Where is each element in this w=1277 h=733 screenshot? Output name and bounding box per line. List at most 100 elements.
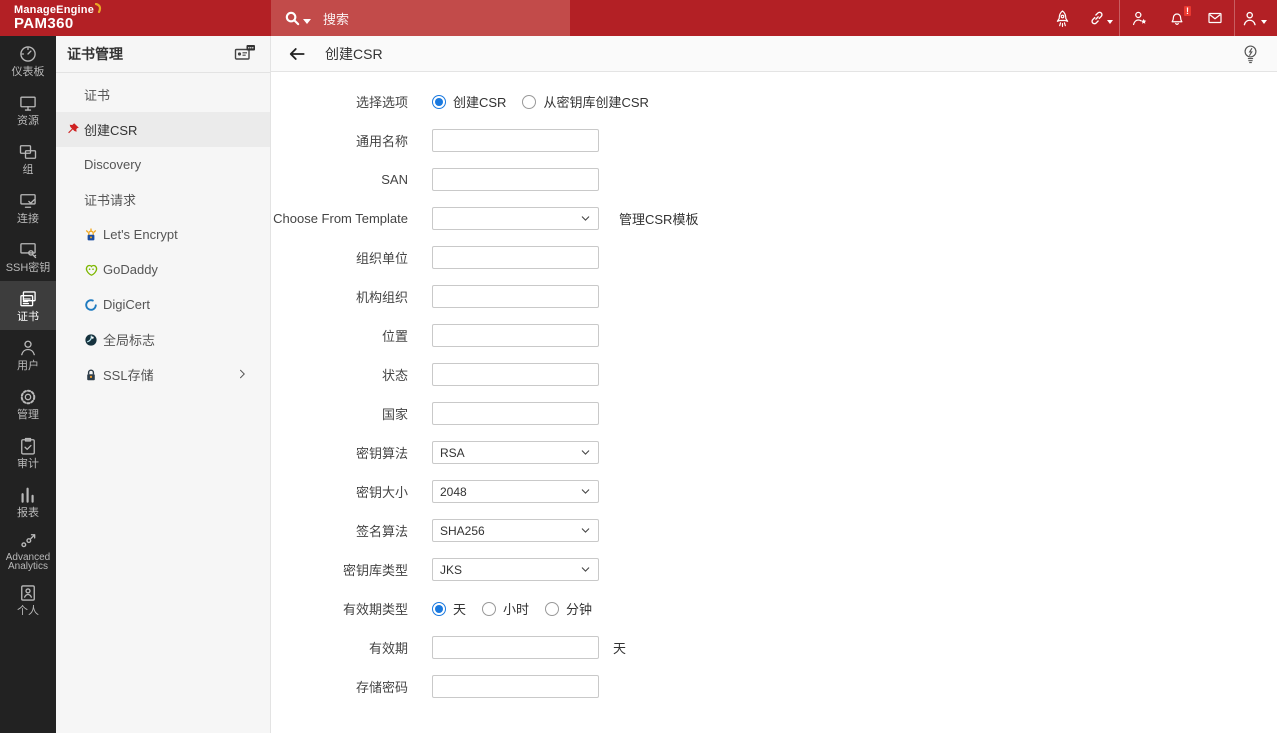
radio-days[interactable]: 天 bbox=[432, 599, 466, 618]
ssh-keys-icon bbox=[20, 242, 37, 258]
back-button[interactable] bbox=[283, 40, 311, 68]
sidebar-item-certificates[interactable]: 证书 bbox=[0, 281, 56, 330]
form-row-state: 状态 bbox=[271, 363, 1277, 386]
key-algorithm-select[interactable]: RSA bbox=[432, 441, 599, 464]
keystore-type-select[interactable]: JKS bbox=[432, 558, 599, 581]
form-row-organization: 机构组织 bbox=[271, 285, 1277, 308]
sidebar-item-advanced-analytics[interactable]: Advanced Analytics bbox=[0, 526, 56, 575]
sidebar-item-reports[interactable]: 报表 bbox=[0, 477, 56, 526]
location-input[interactable] bbox=[432, 324, 599, 347]
users-icon bbox=[21, 340, 35, 355]
organization-input[interactable] bbox=[432, 285, 599, 308]
form-row-org-unit: 组织单位 bbox=[271, 246, 1277, 269]
rocket-icon[interactable] bbox=[1043, 0, 1081, 36]
link-caret-icon bbox=[1106, 20, 1113, 24]
radio-icon[interactable] bbox=[522, 94, 537, 109]
org-unit-input[interactable] bbox=[432, 246, 599, 269]
sidebar-item-groups[interactable]: 组 bbox=[0, 134, 56, 183]
connections-icon bbox=[20, 193, 36, 208]
key-size-select[interactable]: 2048 bbox=[432, 480, 599, 503]
bell-icon[interactable]: ! bbox=[1158, 0, 1196, 36]
form-row-validity: 有效期 天 bbox=[271, 636, 1277, 659]
chevron-down-icon bbox=[581, 567, 590, 572]
submenu-item-create-csr[interactable]: 创建CSR bbox=[56, 112, 270, 147]
sidebar-item-ssh-keys[interactable]: SSH密钥 bbox=[0, 232, 56, 281]
sidebar-item-personal[interactable]: 个人 bbox=[0, 575, 56, 624]
digicert-icon bbox=[84, 298, 98, 312]
certificates-submenu: 证书管理 证书 创建CSR Discovery 证书请求 Let's Encry… bbox=[56, 36, 271, 733]
field-label: 国家 bbox=[381, 407, 408, 422]
form-row-country: 国家 bbox=[271, 402, 1277, 425]
radio-icon[interactable] bbox=[432, 601, 446, 616]
submenu-item-certificates[interactable]: 证书 bbox=[56, 77, 270, 112]
sidebar-item-resources[interactable]: 资源 bbox=[0, 85, 56, 134]
sidebar-item-users[interactable]: 用户 bbox=[0, 330, 56, 379]
lightbulb-icon bbox=[1244, 45, 1257, 63]
form-row-validity-type: 有效期类型 天 小时 分钟 bbox=[271, 597, 1277, 620]
notification-badge: ! bbox=[1184, 6, 1191, 16]
ssl-store-icon bbox=[84, 368, 98, 382]
san-input[interactable] bbox=[432, 168, 599, 191]
submenu-item-godaddy[interactable]: GoDaddy bbox=[56, 252, 270, 287]
field-label: 有效期类型 bbox=[342, 602, 408, 617]
user-icon[interactable] bbox=[1235, 0, 1273, 36]
search-scope-caret-icon[interactable] bbox=[303, 18, 311, 24]
radio-icon[interactable] bbox=[482, 601, 497, 616]
radio-hours[interactable]: 小时 bbox=[482, 599, 529, 618]
radio-icon[interactable] bbox=[545, 601, 560, 616]
field-label: 选择选项 bbox=[355, 95, 408, 110]
submenu-item-lets-encrypt[interactable]: Let's Encrypt bbox=[56, 217, 270, 252]
help-tips-button[interactable] bbox=[1242, 44, 1259, 64]
field-label: SAN bbox=[381, 172, 408, 187]
user-star-icon[interactable] bbox=[1120, 0, 1158, 36]
field-label: 状态 bbox=[381, 368, 408, 383]
radio-minutes[interactable]: 分钟 bbox=[545, 599, 592, 618]
lets-encrypt-icon bbox=[84, 227, 98, 242]
chevron-down-icon bbox=[581, 528, 590, 533]
brand-logo[interactable]: ManageEngine PAM360 bbox=[0, 0, 271, 36]
manage-csr-templates-link[interactable]: 管理CSR模板 bbox=[619, 209, 698, 228]
field-label: 签名算法 bbox=[355, 524, 408, 539]
validity-input[interactable] bbox=[432, 636, 599, 659]
template-select[interactable] bbox=[432, 207, 599, 230]
global-flag-icon bbox=[84, 333, 98, 347]
form-row-common-name: 通用名称 bbox=[271, 129, 1277, 152]
common-name-input[interactable] bbox=[432, 129, 599, 152]
form-row-store-password: 存储密码 bbox=[271, 675, 1277, 698]
form-row-key-algorithm: 密钥算法 RSA bbox=[271, 441, 1277, 464]
search-icon[interactable] bbox=[284, 10, 301, 27]
state-input[interactable] bbox=[432, 363, 599, 386]
submenu-item-global-flag[interactable]: 全局标志 bbox=[56, 322, 270, 357]
sidebar-item-connections[interactable]: 连接 bbox=[0, 183, 56, 232]
form-row-template: Choose From Template 管理CSR模板 bbox=[271, 207, 1277, 230]
main-content: 创建CSR 选择选项 创建CSR 从密钥库创建CSR 通用名称 SAN Choo… bbox=[271, 36, 1277, 733]
groups-icon bbox=[19, 144, 37, 159]
radio-icon[interactable] bbox=[432, 94, 446, 109]
submenu-item-ssl-store[interactable]: SSL存储 bbox=[56, 357, 270, 392]
validity-type-radio-group: 天 小时 分钟 bbox=[432, 599, 608, 618]
resources-icon bbox=[20, 96, 36, 111]
submenu-item-digicert[interactable]: DigiCert bbox=[56, 287, 270, 322]
field-label: 有效期 bbox=[368, 641, 408, 656]
link-icon[interactable] bbox=[1081, 0, 1119, 36]
signature-algorithm-select[interactable]: SHA256 bbox=[432, 519, 599, 542]
radio-create-csr-from-keystore[interactable]: 从密钥库创建CSR bbox=[522, 92, 649, 111]
sidebar-item-dashboard[interactable]: 仪表板 bbox=[0, 36, 56, 85]
reports-icon bbox=[21, 487, 34, 503]
sidebar-item-audit[interactable]: 审计 bbox=[0, 428, 56, 477]
store-password-input[interactable] bbox=[432, 675, 599, 698]
global-search[interactable]: 搜索 bbox=[271, 0, 570, 36]
analytics-icon bbox=[21, 533, 36, 547]
cert-chat-card-icon[interactable] bbox=[234, 44, 256, 65]
submenu-list: 证书 创建CSR Discovery 证书请求 Let's Encrypt Go… bbox=[56, 73, 270, 392]
sidebar-item-admin[interactable]: 管理 bbox=[0, 379, 56, 428]
country-input[interactable] bbox=[432, 402, 599, 425]
submenu-item-cert-requests[interactable]: 证书请求 bbox=[56, 182, 270, 217]
search-input[interactable]: 搜索 bbox=[323, 9, 349, 28]
submenu-item-discovery[interactable]: Discovery bbox=[56, 147, 270, 182]
mail-icon[interactable] bbox=[1196, 0, 1234, 36]
field-label: 机构组织 bbox=[355, 290, 408, 305]
radio-create-csr[interactable]: 创建CSR bbox=[432, 92, 506, 111]
chevron-down-icon bbox=[581, 216, 590, 221]
field-label: 密钥库类型 bbox=[342, 563, 408, 578]
